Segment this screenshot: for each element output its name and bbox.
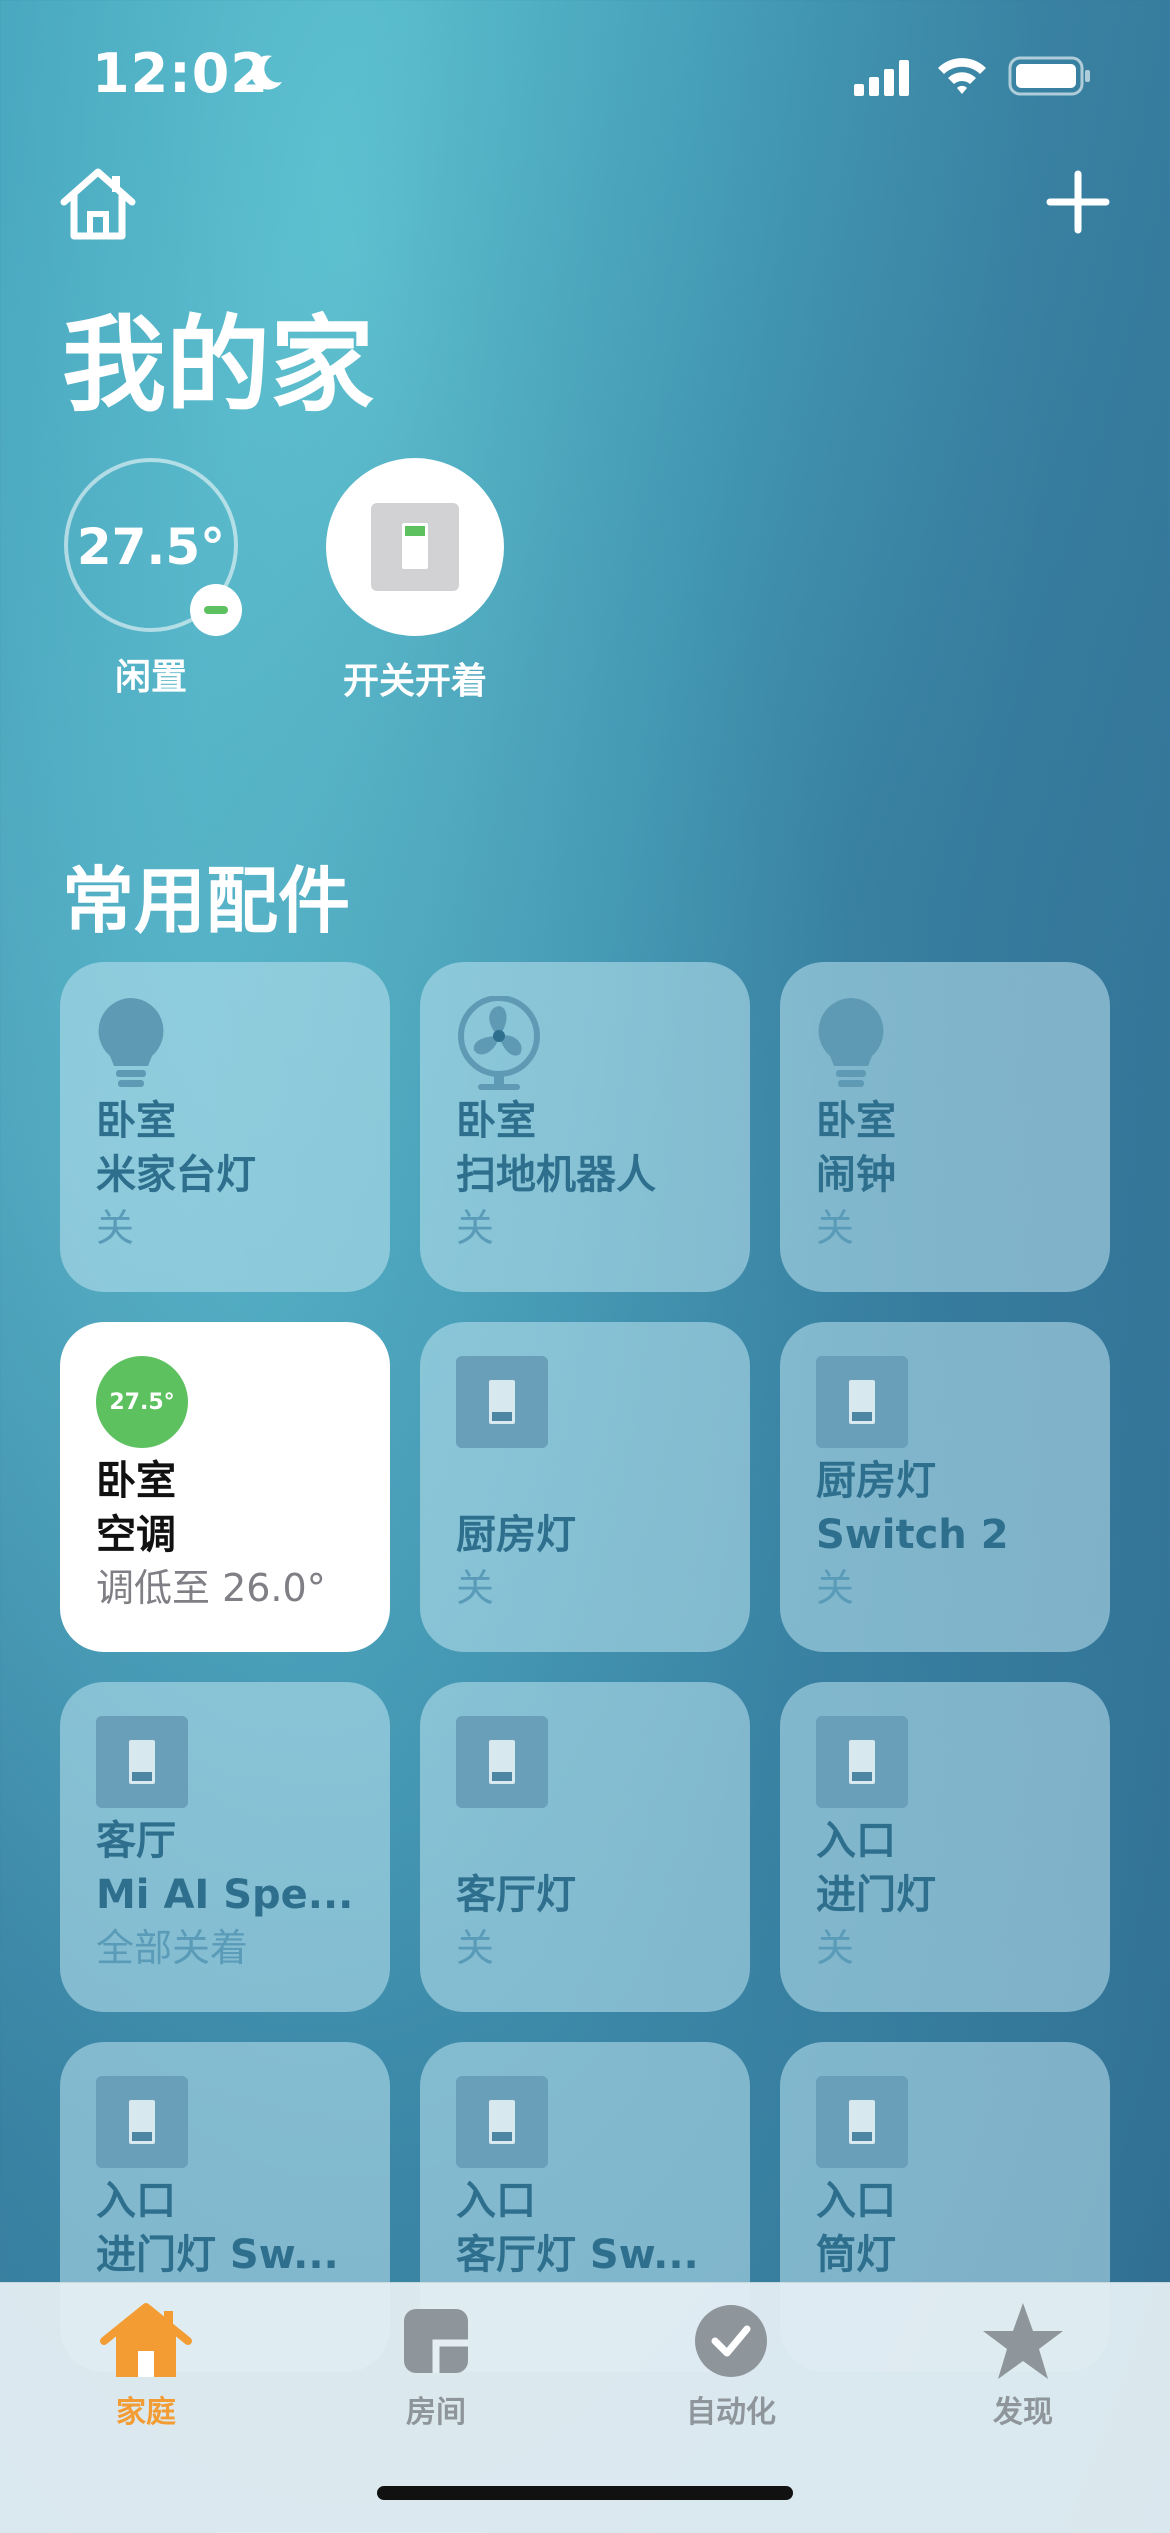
- accessory-tile[interactable]: 厨房灯 关: [420, 1322, 750, 1652]
- switch-on-icon: [371, 503, 459, 591]
- tile-name: 闹钟: [816, 1152, 896, 1198]
- tile-name: 客厅灯: [456, 1872, 576, 1918]
- switch-icon: [96, 1716, 188, 1808]
- tab-label: 发现: [993, 2395, 1053, 2430]
- tab-discover[interactable]: 发现: [933, 2301, 1113, 2431]
- tile-name: 进门灯: [816, 1872, 936, 1918]
- thermostat-icon: 27.5°: [96, 1356, 188, 1448]
- tile-name: 进门灯 Sw...: [96, 2232, 339, 2278]
- accessory-tile[interactable]: 入口 进门灯 关: [780, 1682, 1110, 2012]
- tab-home[interactable]: 家庭: [56, 2301, 236, 2431]
- tile-room: 卧室: [816, 1098, 896, 1144]
- tab-label: 房间: [406, 2395, 466, 2430]
- switch-icon: [456, 1716, 548, 1808]
- accessory-tile[interactable]: 客厅 Mi AI Spe... 全部关着: [60, 1682, 390, 2012]
- accessory-tile[interactable]: 卧室 扫地机器人 关: [420, 962, 750, 1292]
- home-icon[interactable]: [56, 166, 140, 242]
- page-title: 我的家: [62, 304, 375, 426]
- tab-automation[interactable]: 自动化: [641, 2301, 821, 2431]
- home-indicator[interactable]: [377, 2486, 793, 2500]
- fan-icon: [458, 995, 540, 1090]
- add-icon[interactable]: [1046, 170, 1110, 234]
- accessory-tile[interactable]: 客厅灯 关: [420, 1682, 750, 2012]
- tile-room: 卧室: [96, 1098, 176, 1144]
- accessory-tile[interactable]: 卧室 米家台灯 关: [60, 962, 390, 1292]
- switch-status: 开关开着: [342, 661, 487, 702]
- switch-icon: [816, 1356, 908, 1448]
- tile-state: 关: [816, 1566, 855, 1610]
- switch-icon: [816, 2076, 908, 2168]
- section-title: 常用配件: [62, 859, 351, 943]
- tile-state: 关: [816, 1926, 855, 1970]
- tile-room: [456, 1814, 714, 1868]
- wifi-icon: [938, 58, 986, 94]
- battery-icon: [1008, 56, 1090, 96]
- accessory-tile[interactable]: 厨房灯 Switch 2 关: [780, 1322, 1110, 1652]
- tile-name: 空调: [96, 1512, 176, 1558]
- cellular-signal-icon: [854, 60, 909, 96]
- lightbulb-icon: [98, 998, 164, 1087]
- automation-icon: [695, 2305, 767, 2377]
- rooms-icon: [404, 2309, 468, 2373]
- tile-room: 入口: [456, 2178, 536, 2224]
- accessory-tile[interactable]: 卧室 闹钟 关: [780, 962, 1110, 1292]
- moon-icon: [250, 55, 282, 90]
- tile-state: 全部关着: [96, 1926, 249, 1970]
- tab-label: 家庭: [116, 2395, 176, 2430]
- tile-room: 入口: [816, 2178, 896, 2224]
- tile-room: 厨房灯: [816, 1458, 936, 1504]
- star-icon: [983, 2303, 1063, 2379]
- tile-name: 米家台灯: [96, 1152, 256, 1198]
- accessory-tile-active[interactable]: 27.5° 卧室 空调 调低至 26.0°: [60, 1322, 390, 1652]
- climate-summary[interactable]: 27.5° 闲置: [56, 458, 246, 700]
- switch-icon: [96, 2076, 188, 2168]
- tile-name: Mi AI Spe...: [96, 1872, 354, 1918]
- switch-icon: [816, 1716, 908, 1808]
- tile-room: 入口: [816, 1818, 896, 1864]
- tile-room: 客厅: [96, 1818, 176, 1864]
- tile-name: 筒灯: [816, 2232, 896, 2278]
- switch-icon: [456, 1356, 548, 1448]
- switch-summary-circle: [326, 458, 504, 636]
- climate-status: 闲置: [114, 657, 187, 698]
- house-icon: [100, 2303, 192, 2377]
- lightbulb-icon: [818, 998, 884, 1087]
- tile-room: 卧室: [96, 1458, 176, 1504]
- status-time: 12:02: [92, 42, 269, 105]
- cooling-badge-icon: [190, 584, 242, 636]
- tile-name: 客厅灯 Sw...: [456, 2232, 699, 2278]
- tile-room: 入口: [96, 2178, 176, 2224]
- tile-name: 扫地机器人: [456, 1152, 656, 1198]
- tile-state: 关: [456, 1206, 495, 1250]
- climate-temperature: 27.5°: [76, 518, 226, 576]
- tile-state: 关: [816, 1206, 855, 1250]
- switch-icon: [456, 2076, 548, 2168]
- switch-summary[interactable]: 开关开着: [320, 458, 510, 704]
- tile-state: 关: [456, 1926, 495, 1970]
- tile-state: 关: [456, 1566, 495, 1610]
- tab-label: 自动化: [686, 2395, 776, 2430]
- status-bar: 12:02: [0, 0, 1170, 150]
- tile-state: 调低至 26.0°: [96, 1566, 326, 1610]
- tile-state: 关: [96, 1206, 135, 1250]
- tab-rooms[interactable]: 房间: [346, 2301, 526, 2431]
- tile-name: Switch 2: [816, 1512, 1009, 1558]
- tile-room: 卧室: [456, 1098, 536, 1144]
- tile-name: 厨房灯: [456, 1512, 576, 1558]
- climate-ring: 27.5°: [64, 458, 242, 636]
- tile-room: [456, 1454, 714, 1508]
